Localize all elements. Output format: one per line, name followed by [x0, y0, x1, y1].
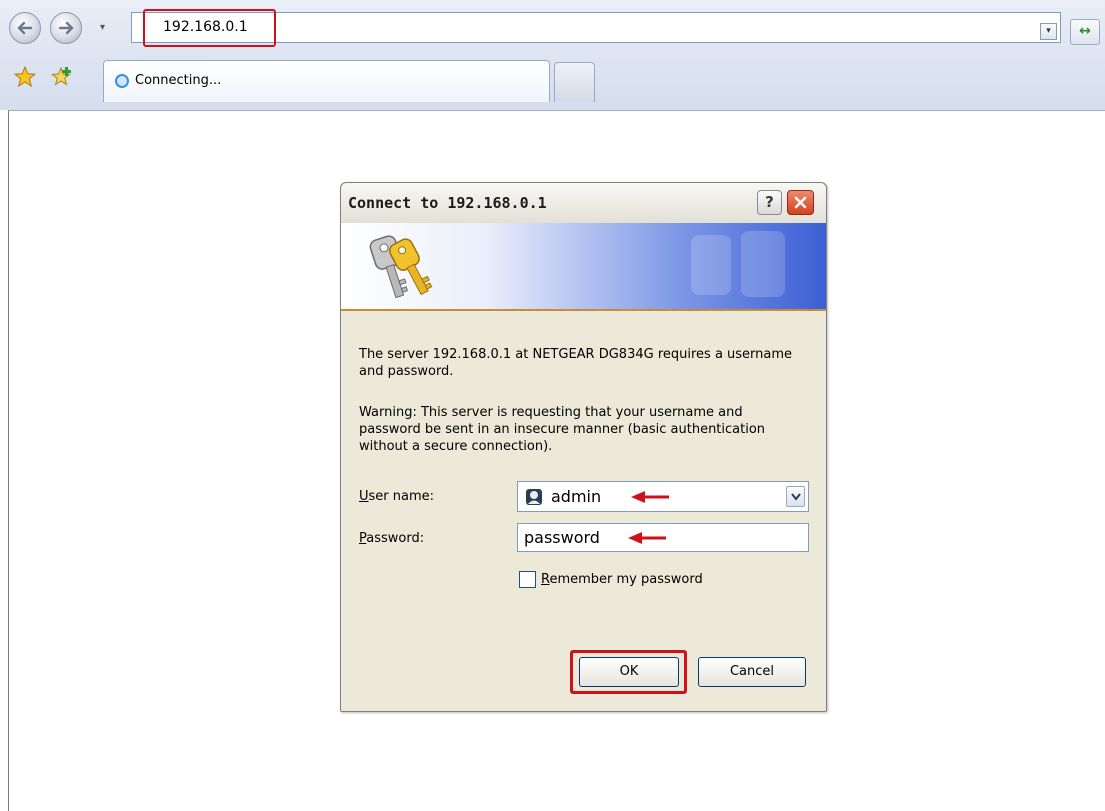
login-dialog: Connect to 192.168.0.1 ? The server 192.… — [340, 182, 827, 712]
password-value: password — [524, 528, 600, 547]
loading-spinner-icon — [115, 74, 129, 88]
ok-button[interactable]: OK — [579, 657, 679, 687]
auth-message: The server 192.168.0.1 at NETGEAR DG834G… — [359, 347, 793, 379]
dialog-titlebar[interactable]: Connect to 192.168.0.1 ? — [341, 183, 826, 223]
browser-toolbar: ▾ 192.168.0.1 ▾ ↔ Connecting... — [0, 0, 1105, 110]
tab-label: Connecting... — [135, 73, 222, 88]
red-arrow-icon — [631, 491, 669, 503]
keys-watermark-icon — [691, 231, 785, 297]
add-favorites-icon[interactable] — [50, 66, 74, 88]
user-icon — [526, 489, 542, 505]
remember-password-label[interactable]: Remember my password — [541, 572, 703, 587]
username-label: User name: — [359, 489, 435, 504]
favorites-star-icon[interactable] — [14, 66, 36, 88]
refresh-button[interactable]: ↔ — [1070, 19, 1100, 45]
new-tab-button[interactable] — [554, 62, 595, 102]
help-button[interactable]: ? — [757, 190, 782, 215]
security-warning: Warning: This server is requesting that … — [359, 405, 766, 454]
cancel-button[interactable]: Cancel — [698, 657, 806, 687]
close-icon — [794, 196, 807, 209]
password-label: Password: — [359, 531, 425, 546]
chevron-down-icon — [791, 493, 801, 501]
keys-icon — [369, 235, 433, 299]
history-dropdown-icon[interactable]: ▾ — [100, 22, 105, 33]
address-dropdown-button[interactable]: ▾ — [1040, 23, 1057, 40]
close-button[interactable] — [787, 190, 814, 215]
red-arrow-icon — [628, 532, 666, 544]
dialog-banner — [341, 223, 826, 311]
forward-button[interactable] — [50, 12, 82, 44]
tab-current[interactable]: Connecting... — [103, 60, 550, 102]
dialog-title: Connect to 192.168.0.1 — [348, 194, 547, 212]
help-icon: ? — [765, 193, 774, 211]
username-value: admin — [551, 487, 602, 506]
back-icon — [17, 21, 33, 35]
forward-icon — [58, 21, 74, 35]
address-highlight-box — [143, 9, 276, 47]
back-button[interactable] — [9, 12, 41, 44]
refresh-icon: ↔ — [1079, 23, 1091, 39]
remember-password-checkbox[interactable] — [519, 571, 536, 588]
username-dropdown-button[interactable] — [786, 486, 805, 507]
